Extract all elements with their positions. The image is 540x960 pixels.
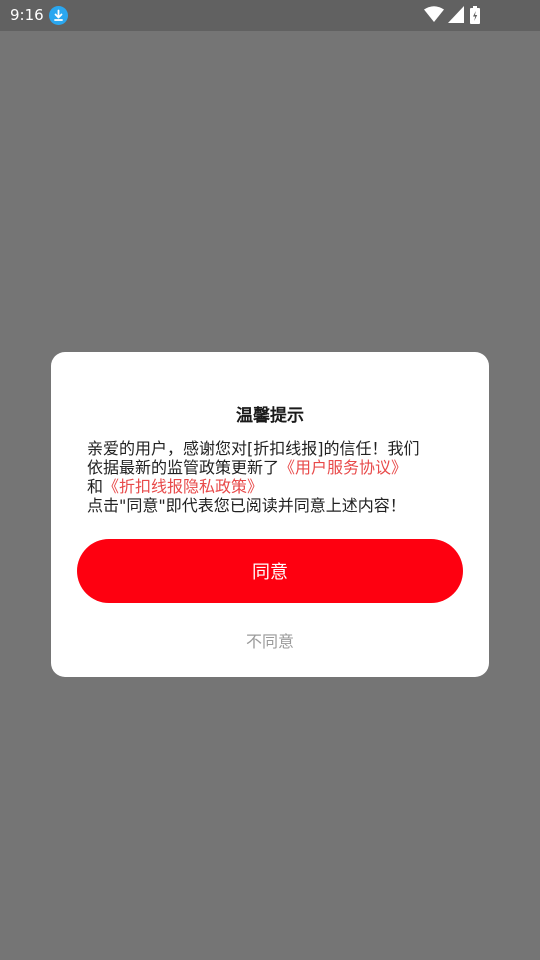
message-line-3: 和《折扣线报隐私政策》 xyxy=(87,477,459,496)
battery-icon xyxy=(470,6,480,24)
status-bar: 9:16 xyxy=(0,0,540,31)
message-line-1: 亲爱的用户，感谢您对[折扣线报]的信任！我们 xyxy=(87,439,420,458)
message-line-2: 依据最新的监管政策更新了《用户服务协议》 xyxy=(87,458,459,477)
wifi-icon xyxy=(424,6,444,22)
dialog-title: 温馨提示 xyxy=(236,406,304,426)
message-line-2-text: 依据最新的监管政策更新了 xyxy=(87,458,280,477)
download-icon xyxy=(49,6,68,25)
user-agreement-link[interactable]: 《用户服务协议》 xyxy=(279,458,407,477)
disagree-button[interactable]: 不同意 xyxy=(200,626,340,654)
signal-icon xyxy=(448,6,464,23)
message-line-4: 点击"同意"即代表您已阅读并同意上述内容！ xyxy=(87,496,406,515)
status-time: 9:16 xyxy=(10,6,44,24)
message-line-3-text: 和 xyxy=(87,477,104,496)
privacy-policy-link[interactable]: 《折扣线报隐私政策》 xyxy=(103,477,263,496)
dialog-message: 亲爱的用户，感谢您对[折扣线报]的信任！我们 依据最新的监管政策更新了《用户服务… xyxy=(87,439,459,515)
agree-button[interactable]: 同意 xyxy=(77,539,463,603)
